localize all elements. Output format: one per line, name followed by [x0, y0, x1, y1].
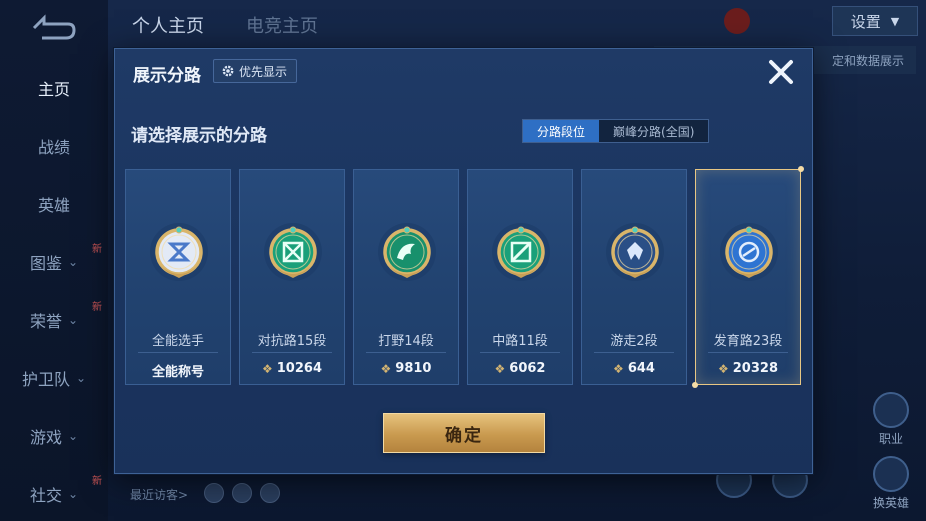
jungle-emblem-icon	[377, 220, 437, 286]
lane-card-name: 打野14段	[378, 334, 434, 349]
tab-esports[interactable]: 电竞主页	[246, 12, 318, 38]
sidebar-item-label: 社交	[29, 486, 62, 505]
roam-emblem-icon	[605, 220, 665, 286]
career-float-button[interactable]: 职业	[866, 392, 916, 447]
score-diamond-icon: ❖	[262, 361, 273, 376]
lane-display-dialog: 展示分路 优先显示 请选择展示的分路 分路段位 巅峰分路(全国) 全能选手全能称…	[114, 48, 813, 474]
score-diamond-icon: ❖	[718, 361, 729, 376]
lane-mode-segmented-control: 分路段位 巅峰分路(全国)	[522, 119, 710, 143]
lane-card-clash-lane[interactable]: 对抗路15段 ❖ 10264	[239, 169, 345, 385]
lane-card-name: 中路11段	[492, 334, 548, 349]
dialog-title: 展示分路	[133, 66, 201, 86]
visitor-avatar[interactable]	[232, 483, 252, 503]
lane-card-score-value: 6062	[509, 361, 546, 376]
switch-hero-label: 换英雄	[872, 496, 909, 510]
all-round-emblem-icon	[149, 220, 209, 286]
career-icon	[873, 392, 909, 428]
lane-card-score: ❖ 9810	[354, 361, 458, 376]
priority-display-button[interactable]: 优先显示	[213, 59, 298, 83]
settings-label: 设置	[850, 12, 881, 31]
lane-card-all-round[interactable]: 全能选手 全能称号	[125, 169, 231, 385]
sidebar-item[interactable]: 主页	[0, 68, 108, 108]
lane-card-score-value: 20328	[732, 361, 778, 376]
chevron-down-icon: ⌄	[67, 487, 79, 501]
sidebar-item[interactable]: 图鉴 ⌄ 新	[0, 242, 108, 282]
sidebar-item-label: 战绩	[37, 138, 70, 157]
lane-card-score-value: 644	[627, 361, 655, 376]
lane-card-mid-lane[interactable]: 中路11段 ❖ 6062	[467, 169, 573, 385]
tab-lane-rank[interactable]: 分路段位	[523, 120, 600, 142]
lane-card-score-value: 10264	[276, 361, 322, 376]
lane-card-farm-lane[interactable]: 发育路23段 ❖ 20328	[692, 166, 804, 388]
divider	[366, 352, 446, 353]
lane-card-jungle[interactable]: 打野14段 ❖ 9810	[353, 169, 459, 385]
sidebar-item-label: 游戏	[29, 428, 62, 447]
settings-button[interactable]: 设置 ▼	[832, 6, 918, 36]
lane-card-score-value: 9810	[395, 361, 432, 376]
divider	[594, 352, 674, 353]
sidebar-item-label: 护卫队	[21, 370, 70, 389]
chevron-down-icon: ⌄	[67, 255, 79, 269]
switch-hero-float-button[interactable]: 换英雄	[866, 456, 916, 511]
sidebar-item[interactable]: 社交 ⌄ 新	[0, 474, 108, 514]
farm-lane-emblem-icon	[719, 220, 779, 286]
selection-corner-dot	[798, 166, 804, 172]
visitor-avatar[interactable]	[204, 483, 224, 503]
lane-card-score: ❖ 644	[582, 361, 686, 376]
career-label: 职业	[878, 432, 903, 446]
sidebar-item[interactable]: 英雄	[0, 184, 108, 224]
score-diamond-icon: ❖	[380, 361, 392, 376]
score-diamond-icon: ❖	[494, 361, 506, 376]
sidebar-item[interactable]: 荣誉 ⌄ 新	[0, 300, 108, 340]
divider	[480, 352, 560, 353]
vip-badge-icon	[724, 8, 750, 34]
divider	[138, 352, 218, 353]
selection-corner-dot	[692, 382, 698, 388]
lane-card-score: ❖ 6062	[468, 361, 572, 376]
score-diamond-icon: ❖	[613, 361, 624, 376]
promo-text: 定和数据展示	[831, 53, 904, 68]
new-tag: 新	[92, 244, 102, 255]
lane-card-name: 发育路23段	[713, 334, 783, 349]
divider	[708, 352, 788, 353]
select-lane-prompt: 请选择展示的分路	[131, 126, 267, 146]
tab-profile[interactable]: 个人主页	[132, 12, 204, 38]
divider	[252, 352, 332, 353]
priority-display-label: 优先显示	[239, 64, 288, 79]
confirm-button[interactable]: 确定	[383, 413, 545, 453]
mid-lane-emblem-icon	[491, 220, 551, 286]
lane-card-score: 全能称号	[126, 361, 230, 380]
sidebar-item-label: 主页	[37, 80, 70, 99]
new-tag: 新	[92, 476, 102, 487]
gear-icon	[222, 65, 234, 77]
lane-card-name: 对抗路15段	[257, 334, 327, 349]
sidebar-item-label: 图鉴	[29, 254, 62, 273]
lane-card-score: ❖ 20328	[696, 361, 800, 376]
lane-card-score: ❖ 10264	[240, 361, 344, 376]
back-arrow-icon[interactable]	[28, 14, 76, 42]
recent-visitors-link[interactable]: 最近访客>	[130, 486, 188, 503]
tab-peak-lane[interactable]: 巅峰分路(全国)	[599, 120, 708, 142]
lane-card-name: 游走2段	[610, 334, 658, 349]
sidebar-item-label: 英雄	[37, 196, 70, 215]
chevron-down-icon: ⌄	[67, 313, 79, 327]
chevron-down-icon: ▼	[890, 14, 900, 28]
new-tag: 新	[92, 302, 102, 313]
lane-card-score-value: 全能称号	[151, 365, 204, 380]
close-icon[interactable]	[766, 57, 796, 87]
switch-hero-icon	[873, 456, 909, 492]
clash-lane-emblem-icon	[263, 220, 323, 286]
lane-card-roam[interactable]: 游走2段 ❖ 644	[581, 169, 687, 385]
sidebar-item[interactable]: 战绩	[0, 126, 108, 166]
visitor-avatar[interactable]	[260, 483, 280, 503]
sidebar-item-label: 荣誉	[29, 312, 62, 331]
lane-card-name: 全能选手	[151, 334, 204, 349]
sidebar-item[interactable]: 护卫队 ⌄	[0, 358, 108, 398]
chevron-down-icon: ⌄	[67, 429, 79, 443]
chevron-down-icon: ⌄	[75, 371, 87, 385]
sidebar-item[interactable]: 游戏 ⌄	[0, 416, 108, 456]
